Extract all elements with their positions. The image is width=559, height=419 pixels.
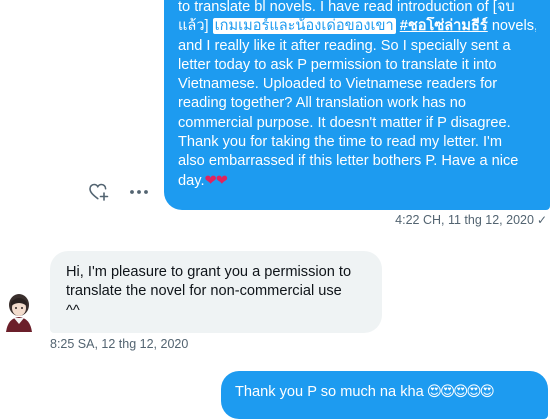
message-line: แล้ว] เกมเมอร์และน้องเด่อของเขา #ชอโซ่ล่… <box>178 17 536 36</box>
message-prefix: แล้ว] <box>178 18 209 35</box>
message-line: translate the novel for non-commercial u… <box>66 283 342 300</box>
message-line: commercial purpose. It doesn't matter if… <box>178 114 511 131</box>
message-fragment: novels, <box>491 18 536 35</box>
message-fragment: day. <box>178 172 205 189</box>
highlighted-text: เกมเมอร์และน้องเด่อของเขา <box>212 18 396 35</box>
avatar-image <box>0 290 38 332</box>
check-icon: ✓ <box>536 213 547 227</box>
avatar[interactable] <box>0 290 38 332</box>
hearts-emoji: ❤❤ <box>204 172 228 189</box>
outgoing-message-bubble[interactable]: to translate bl novels. I have read intr… <box>164 0 550 210</box>
add-reaction-button[interactable] <box>87 180 111 204</box>
message-line: reading together? All translation work h… <box>178 95 466 112</box>
hashtag-link[interactable]: #ชอโซ่ล่ามธีร์ <box>400 18 488 34</box>
heart-plus-icon <box>89 183 109 201</box>
more-horizontal-icon <box>130 190 148 194</box>
more-options-button[interactable] <box>127 180 151 204</box>
message-line: and I really like it after reading. So I… <box>178 37 511 54</box>
message-line: Vietnamese. Uploaded to Vietnamese reade… <box>178 76 498 93</box>
timestamp-text: 4:22 CH, 11 thg 12, 2020 <box>395 213 534 227</box>
message-line: Hi, I'm pleasure to grant you a permissi… <box>66 264 352 280</box>
message-timestamp: 8:25 SA, 12 thg 12, 2020 <box>50 337 189 351</box>
message-line: Thank you for taking the time to read my… <box>178 134 502 151</box>
message-line: also embarrassed if this letter bothers … <box>178 153 519 170</box>
heart-eyes-emoji: 😍😍😍😍😍 <box>426 384 495 400</box>
message-timestamp: 4:22 CH, 11 thg 12, 2020 ✓ <box>395 213 547 227</box>
incoming-message-bubble[interactable]: Hi, I'm pleasure to grant you a permissi… <box>50 251 382 333</box>
message-line: day.❤❤ <box>178 172 536 191</box>
message-line: letter today to ask P permission to tran… <box>178 56 497 73</box>
message-line: to translate bl novels. I have read intr… <box>178 0 515 15</box>
message-text: Thank you P so much na kha <box>235 384 424 400</box>
message-line: ^^ <box>66 302 80 319</box>
